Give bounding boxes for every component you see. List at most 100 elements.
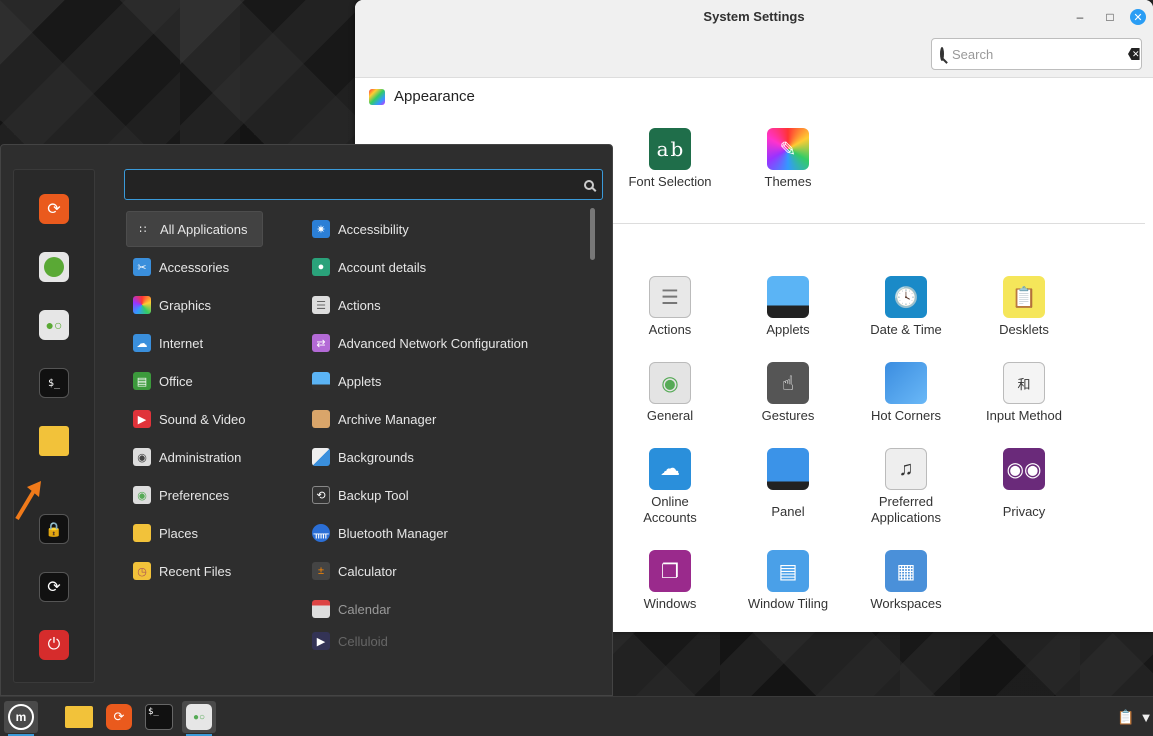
- category-sound-video[interactable]: ▶ Sound & Video: [126, 401, 263, 437]
- app-backup-tool[interactable]: ⟲ Backup Tool: [307, 477, 587, 513]
- administration-icon: ◉: [133, 448, 151, 466]
- settings-item-panel[interactable]: Panel: [733, 448, 843, 519]
- network-icon[interactable]: ▼: [1138, 701, 1153, 733]
- app-accessibility[interactable]: ✷ Accessibility: [307, 211, 587, 247]
- app-calendar[interactable]: Calendar: [307, 591, 587, 627]
- system-settings-icon[interactable]: ●○: [39, 310, 69, 340]
- actions-icon: ☰: [312, 296, 330, 314]
- settings-item-windows[interactable]: ❐ Windows: [615, 550, 725, 611]
- app-celluloid[interactable]: ▶ Celluloid: [307, 629, 587, 653]
- settings-item-input-method[interactable]: 和 Input Method: [969, 362, 1079, 423]
- category-label: All Applications: [160, 221, 248, 237]
- app-label: Calculator: [338, 563, 397, 579]
- themes-icon: ✎: [767, 128, 809, 170]
- bluetooth-icon: ᚅ: [312, 524, 330, 542]
- category-administration[interactable]: ◉ Administration: [126, 439, 263, 475]
- close-button[interactable]: ✕: [1130, 9, 1146, 25]
- settings-item-workspaces[interactable]: ▦ Workspaces: [851, 550, 961, 611]
- files-icon[interactable]: [39, 426, 69, 456]
- firefox-icon[interactable]: ⟳: [102, 701, 136, 733]
- category-label: Graphics: [159, 297, 212, 313]
- window-tiling-icon: ▤: [767, 550, 809, 592]
- annotation-arrow: [15, 481, 41, 521]
- system-settings-icon[interactable]: ●○: [182, 701, 216, 736]
- item-label: Panel: [771, 504, 805, 519]
- calculator-icon: ±: [312, 562, 330, 580]
- item-label: Themes: [764, 174, 812, 189]
- backgrounds-icon: [312, 448, 330, 466]
- item-label: Actions: [648, 322, 692, 337]
- category-office[interactable]: ▤ Office: [126, 363, 263, 399]
- titlebar[interactable]: System Settings – □ ✕: [355, 0, 1153, 34]
- settings-item-window-tiling[interactable]: ▤ Window Tiling: [733, 550, 843, 611]
- firefox-icon[interactable]: ⟳: [39, 194, 69, 224]
- category-preferences[interactable]: ◉ Preferences: [126, 477, 263, 513]
- settings-search-input[interactable]: [952, 46, 1128, 62]
- app-label: Calendar: [338, 601, 391, 617]
- settings-item-privacy[interactable]: ◉◉ Privacy: [969, 448, 1079, 519]
- software-manager-icon[interactable]: [39, 252, 69, 282]
- app-actions[interactable]: ☰ Actions: [307, 287, 587, 323]
- settings-search-box[interactable]: ✕: [931, 38, 1142, 70]
- mint-menu-icon[interactable]: m: [4, 701, 38, 736]
- app-label: Accessibility: [338, 221, 409, 237]
- category-internet[interactable]: ☁ Internet: [126, 325, 263, 361]
- category-places[interactable]: Places: [126, 515, 263, 551]
- item-label: Applets: [766, 322, 810, 337]
- panel-icon: [767, 448, 809, 490]
- settings-item-applets[interactable]: Applets: [733, 276, 843, 337]
- app-archive-manager[interactable]: Archive Manager: [307, 401, 587, 437]
- places-icon: [133, 524, 151, 542]
- item-label: Gestures: [761, 408, 815, 423]
- item-label: Input Method: [986, 408, 1062, 423]
- item-label: Desklets: [999, 322, 1049, 337]
- category-label: Recent Files: [159, 563, 232, 579]
- power-icon[interactable]: ⏻: [39, 630, 69, 660]
- settings-item-preferred-applications[interactable]: ♫ Preferred Applications: [851, 448, 961, 526]
- application-menu: ⟳ ●○ $_ 🔒 ⟳ ⏻ ∷ All Applications ✂ Accesso…: [0, 144, 613, 696]
- app-applets[interactable]: Applets: [307, 363, 587, 399]
- terminal-icon[interactable]: $_: [39, 368, 69, 398]
- settings-item-desklets[interactable]: 📋 Desklets: [969, 276, 1079, 337]
- settings-item-actions[interactable]: ☰ Actions: [615, 276, 725, 337]
- menu-search-input[interactable]: [133, 177, 584, 192]
- clear-search-icon[interactable]: ✕: [1128, 48, 1140, 60]
- settings-item-online-accounts[interactable]: ☁ Online Accounts: [615, 448, 725, 526]
- item-label: Window Tiling: [747, 596, 829, 611]
- item-label: Hot Corners: [870, 408, 942, 423]
- minimize-button[interactable]: –: [1072, 9, 1088, 25]
- applets-icon: [312, 372, 330, 390]
- maximize-button[interactable]: □: [1102, 9, 1118, 25]
- logout-icon[interactable]: ⟳: [39, 572, 69, 602]
- category-graphics[interactable]: Graphics: [126, 287, 263, 323]
- app-bluetooth-manager[interactable]: ᚅ Bluetooth Manager: [307, 515, 587, 551]
- clipboard-icon[interactable]: 📋: [1116, 701, 1136, 733]
- category-recent-files[interactable]: ◷ Recent Files: [126, 553, 263, 589]
- settings-item-date-time[interactable]: 🕓 Date & Time: [851, 276, 961, 337]
- item-label: Date & Time: [870, 322, 942, 337]
- app-account-details[interactable]: ● Account details: [307, 249, 587, 285]
- settings-item-hot-corners[interactable]: Hot Corners: [851, 362, 961, 423]
- terminal-icon[interactable]: $_: [142, 701, 176, 733]
- category-label: Office: [159, 373, 193, 389]
- category-accessories[interactable]: ✂ Accessories: [126, 249, 263, 285]
- files-icon[interactable]: [62, 701, 96, 733]
- settings-item-gestures[interactable]: ☝ Gestures: [733, 362, 843, 423]
- app-advanced-network-configuration[interactable]: ⇄ Advanced Network Configuration: [307, 325, 587, 361]
- settings-item-general[interactable]: ◉ General: [615, 362, 725, 423]
- category-label: Accessories: [159, 259, 230, 275]
- menu-search-box[interactable]: [124, 169, 603, 200]
- settings-item-themes[interactable]: ✎ Themes: [733, 128, 843, 189]
- app-calculator[interactable]: ± Calculator: [307, 553, 587, 589]
- grid-icon: ∷: [139, 223, 147, 236]
- favorites-sidebar: ⟳ ●○ $_ 🔒 ⟳ ⏻: [13, 169, 95, 683]
- section-title: Appearance: [394, 88, 475, 105]
- search-icon: [584, 179, 594, 190]
- sound-video-icon: ▶: [133, 410, 151, 428]
- category-all-applications[interactable]: ∷ All Applications: [126, 211, 263, 247]
- settings-item-font-selection[interactable]: a b Font Selection: [615, 128, 725, 189]
- app-label: Advanced Network Configuration: [338, 335, 529, 351]
- hot-corners-icon: [885, 362, 927, 404]
- app-list-scrollbar[interactable]: [590, 208, 595, 260]
- app-backgrounds[interactable]: Backgrounds: [307, 439, 587, 475]
